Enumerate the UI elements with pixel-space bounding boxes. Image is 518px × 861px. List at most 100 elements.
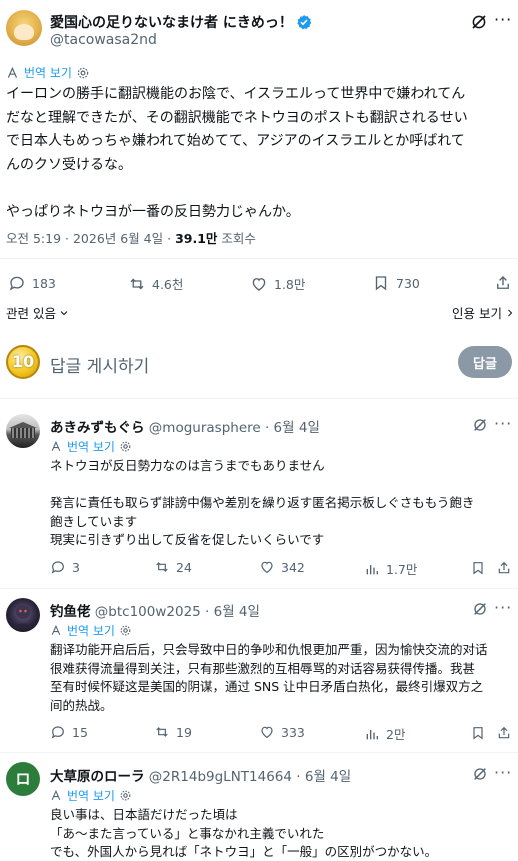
reply-body-line: 発言に責任も取らず誹謗中傷や差別を繰り返す匿名掲示板しぐさももう飽き bbox=[50, 495, 475, 511]
relevance-label: 관련 있음 bbox=[6, 306, 56, 321]
like-action[interactable]: 342 bbox=[259, 559, 305, 575]
translate-link[interactable]: 번역 보기 bbox=[24, 64, 72, 81]
bookmark-icon[interactable] bbox=[470, 725, 486, 741]
like-count: 333 bbox=[281, 724, 305, 740]
reply-count: 183 bbox=[32, 275, 56, 291]
translate-row[interactable]: 번역 보기 bbox=[50, 438, 132, 455]
reply-body-line: 「あ〜また言っている」と事なかれ主義でいれた bbox=[50, 825, 325, 841]
chevron-right-icon bbox=[508, 309, 513, 316]
divider bbox=[0, 258, 518, 259]
repost-icon bbox=[156, 562, 168, 572]
translate-row[interactable]: 번역 보기 bbox=[6, 64, 90, 81]
gear-icon[interactable] bbox=[119, 624, 132, 637]
views-count: 1.7만 bbox=[386, 562, 418, 577]
translate-link[interactable]: 번역 보기 bbox=[67, 438, 115, 455]
more-options-icon[interactable]: ··· bbox=[494, 763, 512, 782]
like-count: 1.8만 bbox=[274, 277, 306, 292]
repost-icon bbox=[156, 727, 168, 737]
more-options-icon[interactable]: ··· bbox=[494, 598, 512, 617]
reply-body-line: 至有时候怀疑这是美国的阴谋，通过 SNS 让中日矛盾白热化，最终引爆双方之 bbox=[50, 679, 484, 695]
like-action[interactable]: 1.8만 bbox=[250, 274, 305, 293]
views-label: 조회수 bbox=[217, 231, 256, 246]
post-body-line: やっぱりネトウヨが一番の反日勢力じゃんか。 bbox=[6, 203, 300, 220]
reply-body-line: 現実に引きずり出して反省を促したいくらいです bbox=[50, 532, 325, 548]
reply-badge-avatar: 10 bbox=[6, 345, 40, 379]
gear-icon[interactable] bbox=[76, 66, 90, 80]
bookmark-icon[interactable] bbox=[470, 560, 486, 576]
reply-author-handle[interactable]: @2R14b9gLNT14664 bbox=[149, 769, 292, 785]
repost-count: 4.6천 bbox=[152, 277, 184, 292]
post-time[interactable]: 오전 5:19 · 2026년 6월 4일 · bbox=[6, 231, 175, 246]
reply-author-name[interactable]: あきみずもぐら bbox=[50, 420, 145, 436]
reply-author-name[interactable]: 大草原のローラ bbox=[50, 769, 145, 785]
reply-body: 良い事は、日本語だけだった頃は 「あ〜また言っている」と事なかれ主義でいれた で… bbox=[50, 806, 516, 861]
reply-icon bbox=[51, 561, 64, 574]
views-action[interactable]: 1.7만 bbox=[364, 559, 417, 578]
reply-body-line bbox=[50, 476, 516, 495]
gear-icon[interactable] bbox=[119, 789, 132, 802]
relevance-dropdown[interactable]: 관련 있음 bbox=[6, 303, 70, 322]
reply-date[interactable]: · 6월 4일 bbox=[201, 604, 260, 620]
translate-row[interactable]: 번역 보기 bbox=[50, 622, 132, 639]
reply-action[interactable]: 3 bbox=[50, 559, 80, 575]
grok-icon[interactable] bbox=[472, 766, 488, 782]
author-avatar[interactable] bbox=[6, 10, 42, 46]
reply-body: ネトウヨが反日勢力なのは言うまでもありません 発言に責任も取らず誹謗中傷や差別を… bbox=[50, 457, 516, 550]
analytics-icon bbox=[366, 729, 378, 739]
reply-body-line: ネトウヨが反日勢力なのは言うまでもありません bbox=[50, 458, 325, 473]
reply-body: 翻译功能开启后后，只会导致中日的争吵和仇恨更加严重，因为愉快交流的对话 很难获得… bbox=[50, 641, 516, 715]
reply-body-line: 良い事は、日本語だけだった頃は bbox=[50, 807, 238, 822]
share-icon[interactable] bbox=[496, 560, 512, 576]
divider bbox=[0, 752, 518, 753]
reply-body-line: 间的热战。 bbox=[50, 697, 113, 713]
reply-action[interactable]: 183 bbox=[8, 274, 56, 292]
repost-count: 19 bbox=[176, 724, 192, 740]
translate-link[interactable]: 번역 보기 bbox=[67, 787, 115, 804]
reply-header: 钓鱼佬 @btc100w2025 · 6월 4일 bbox=[50, 600, 260, 620]
share-icon[interactable] bbox=[496, 725, 512, 741]
reply-avatar[interactable]: ロ bbox=[6, 762, 40, 796]
share-icon[interactable] bbox=[494, 274, 512, 292]
reply-count: 15 bbox=[72, 724, 88, 740]
more-options-icon[interactable]: ··· bbox=[494, 414, 512, 433]
like-count: 342 bbox=[281, 559, 305, 575]
translate-row[interactable]: 번역 보기 bbox=[50, 787, 132, 804]
reply-button[interactable]: 답글 bbox=[458, 346, 512, 378]
reply-avatar[interactable] bbox=[6, 414, 40, 448]
author-name-row[interactable]: 愛国心の足りないなまけ者 にきめっ！ bbox=[50, 12, 312, 32]
post-body-line: んのクソ受けるな。 bbox=[6, 156, 132, 173]
repost-action[interactable]: 24 bbox=[154, 559, 192, 575]
author-handle[interactable]: @tacowasa2nd bbox=[50, 32, 157, 48]
author-name[interactable]: 愛国心の足りないなまけ者 にきめっ！ bbox=[50, 15, 293, 31]
divider bbox=[0, 588, 518, 589]
heart-icon bbox=[252, 277, 266, 291]
translate-icon bbox=[7, 66, 18, 78]
reply-date[interactable]: · 6월 4일 bbox=[261, 420, 320, 436]
reply-date[interactable]: · 6월 4일 bbox=[292, 769, 351, 785]
quotes-link[interactable]: 인용 보기 bbox=[452, 303, 516, 322]
bookmark-icon bbox=[375, 276, 387, 291]
reply-avatar[interactable] bbox=[6, 598, 40, 632]
reply-count: 3 bbox=[72, 559, 80, 575]
translate-link[interactable]: 번역 보기 bbox=[67, 622, 115, 639]
grok-icon[interactable] bbox=[472, 417, 488, 433]
reply-author-name[interactable]: 钓鱼佬 bbox=[50, 604, 91, 620]
chevron-down-icon bbox=[60, 310, 68, 315]
reply-body-line: 翻译功能开启后后，只会导致中日的争吵和仇恨更加严重，因为愉快交流的对话 bbox=[50, 642, 488, 657]
repost-action[interactable]: 4.6천 bbox=[128, 274, 183, 293]
like-action[interactable]: 333 bbox=[259, 724, 305, 740]
reply-author-handle[interactable]: @mogurasphere bbox=[149, 420, 261, 436]
more-options-icon[interactable]: ··· bbox=[494, 10, 512, 29]
reply-author-handle[interactable]: @btc100w2025 bbox=[95, 604, 201, 620]
grok-icon[interactable] bbox=[470, 13, 488, 31]
grok-icon[interactable] bbox=[472, 601, 488, 617]
gear-icon[interactable] bbox=[119, 440, 132, 453]
reply-action[interactable]: 15 bbox=[50, 724, 88, 740]
bookmark-action[interactable]: 730 bbox=[372, 274, 420, 292]
reply-body-line: 很难获得流量得到关注，只有那些激烈的互相辱骂的对话容易获得传播。我甚 bbox=[50, 660, 476, 676]
reply-icon bbox=[51, 726, 64, 739]
post-body-line bbox=[6, 177, 514, 201]
reply-input[interactable]: 답글 게시하기 bbox=[50, 352, 149, 377]
views-action[interactable]: 2만 bbox=[364, 724, 405, 743]
repost-action[interactable]: 19 bbox=[154, 724, 192, 740]
